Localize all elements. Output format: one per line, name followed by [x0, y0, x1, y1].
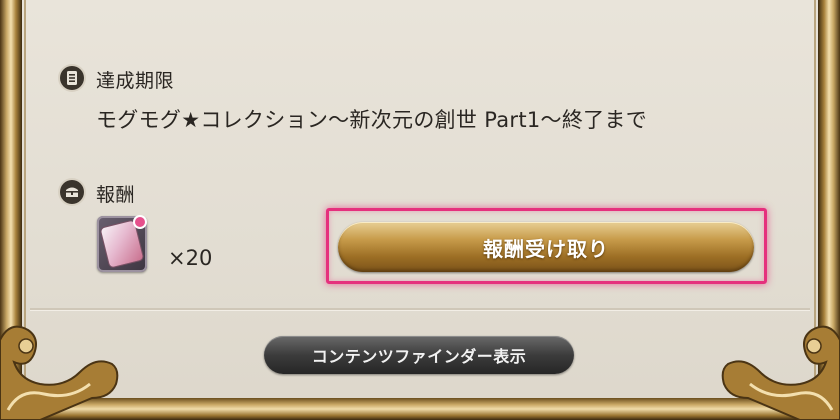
item-card-graphic — [100, 220, 144, 268]
document-icon — [60, 66, 84, 90]
reward-quantity: ×20 — [168, 246, 213, 270]
corner-ornament-right-icon — [721, 325, 840, 420]
treasure-chest-icon — [60, 180, 84, 204]
achievement-panel: 達成期限 モグモグ★コレクション～新次元の創世 Part1～終了まで 報酬 ×2… — [0, 0, 840, 420]
claim-reward-button[interactable]: 報酬受け取り — [338, 222, 754, 272]
corner-ornament-left-icon — [0, 325, 119, 420]
frame-border-bottom — [0, 398, 840, 420]
deadline-label: 達成期限 — [96, 70, 175, 92]
content-finder-button[interactable]: コンテンツファインダー表示 — [264, 336, 574, 374]
deadline-text: モグモグ★コレクション～新次元の創世 Part1～終了まで — [96, 108, 648, 132]
item-badge-dot — [135, 217, 145, 227]
reward-label: 報酬 — [96, 184, 136, 206]
tomestone-card-icon[interactable] — [97, 216, 147, 272]
section-divider — [30, 308, 810, 311]
